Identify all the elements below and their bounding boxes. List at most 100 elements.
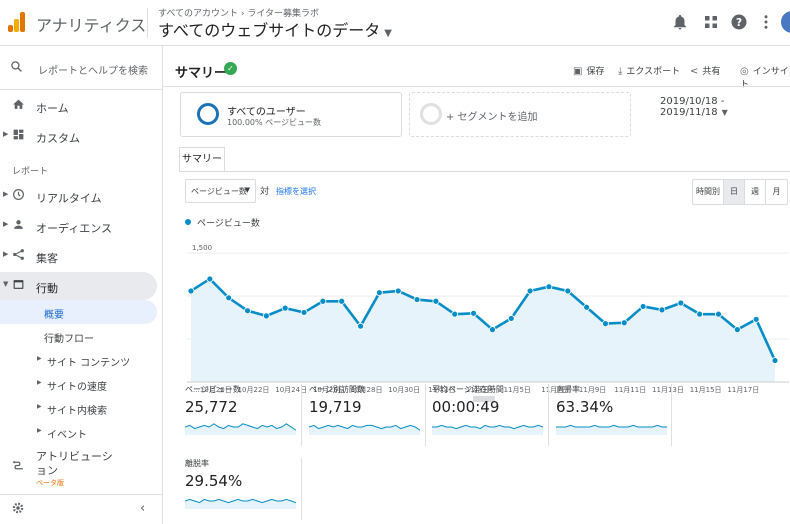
expand-arrow-icon: ▶	[3, 220, 9, 228]
sparkline	[556, 424, 667, 435]
series-area	[191, 278, 775, 382]
date-range-picker[interactable]: 2019/10/18 - 2019/11/18 ▼	[660, 96, 790, 118]
gear-icon[interactable]	[11, 501, 25, 519]
data-point	[696, 310, 704, 318]
data-point	[771, 357, 779, 364]
analytics-logo-icon[interactable]	[8, 12, 26, 32]
sidebar-subitem-label: サイト内検索	[47, 406, 107, 417]
scorecard-title: ページビュー数	[185, 385, 241, 394]
period-hourly-button[interactable]: 時間別	[693, 180, 724, 204]
sidebar-subitem-site-search[interactable]: ▶ サイト内検索	[0, 396, 157, 420]
data-point	[489, 326, 496, 334]
sidebar-item-behavior[interactable]: ▼ 行動	[0, 272, 157, 300]
chart-legend: ページビュー数	[185, 216, 260, 229]
export-button[interactable]: ⤓ エクスポート	[618, 64, 680, 77]
scorecard-divider	[671, 384, 672, 446]
save-label: 保存	[586, 67, 605, 77]
page-title: サマリー	[175, 66, 228, 81]
period-day-button[interactable]: 日	[724, 180, 745, 204]
expand-arrow-icon: ▶	[3, 130, 9, 138]
sidebar-subitem-overview[interactable]: 概要	[0, 300, 157, 324]
sidebar-item-audience[interactable]: ▶ オーディエンス	[0, 212, 157, 240]
sidebar-subitem-site-content[interactable]: ▶ サイト コンテンツ	[0, 348, 157, 372]
sidebar-subitem-site-speed[interactable]: ▶ サイトの速度	[0, 372, 157, 396]
scorecard-value: 00:00:49	[432, 398, 500, 416]
help-icon[interactable]: ?	[730, 13, 748, 31]
avatar[interactable]	[781, 11, 790, 33]
data-point	[225, 294, 233, 302]
scorecard-value: 29.54%	[185, 472, 243, 490]
data-point	[564, 287, 572, 295]
sidebar: レポートとヘルプを検索 ホーム ▶ カスタム レポート ▶ リアルタイム ▶ オ…	[0, 46, 163, 524]
sparkline	[185, 498, 296, 509]
data-point	[244, 307, 251, 315]
segment-name: すべてのユーザー	[227, 107, 306, 118]
scorecard-value: 25,772	[185, 398, 238, 416]
scorecard-bounce-rate[interactable]: 直帰率 63.34%	[556, 384, 671, 444]
more-vert-icon[interactable]	[757, 13, 775, 31]
sidebar-subitem-label: イベント	[47, 430, 87, 441]
sidebar-subitem-behavior-flow[interactable]: 行動フロー	[0, 324, 157, 348]
collapse-sidebar-icon[interactable]: ‹	[140, 501, 145, 516]
scorecard-title: ページ別訪問数	[309, 385, 365, 394]
scorecard-pageviews[interactable]: ページビュー数 25,772	[185, 384, 300, 444]
data-point	[677, 299, 685, 307]
expand-arrow-icon: ▶	[3, 190, 9, 198]
period-week-button[interactable]: 週	[745, 180, 766, 204]
dashboard-icon	[11, 128, 25, 142]
sidebar-item-custom[interactable]: ▶ カスタム	[0, 122, 157, 150]
collapse-arrow-icon: ▼	[3, 280, 9, 288]
data-point	[451, 310, 459, 318]
sidebar-item-home[interactable]: ホーム	[0, 92, 157, 120]
scorecard-value: 63.34%	[556, 398, 614, 416]
add-segment-button[interactable]: + セグメントを追加	[409, 92, 631, 137]
expand-arrow-icon: ▶	[37, 403, 42, 410]
share-button[interactable]: < 共有	[690, 64, 720, 77]
sidebar-subitem-events[interactable]: ▶ イベント	[0, 420, 157, 444]
home-icon	[11, 98, 25, 112]
attribution-icon	[11, 459, 25, 473]
data-point	[262, 312, 270, 320]
sparkline	[309, 424, 420, 435]
data-point	[545, 283, 553, 291]
data-point	[338, 297, 346, 305]
sidebar-item-attribution[interactable]: アトリビューション	[0, 446, 157, 477]
share-label: 共有	[702, 67, 721, 77]
scorecard-title: 離脱率	[185, 459, 209, 468]
add-segment-label: + セグメントを追加	[446, 112, 538, 123]
data-point	[206, 275, 214, 283]
view-selector[interactable]: すべてのウェブサイトのデータ ▼	[158, 17, 392, 41]
scorecard-avg-time[interactable]: 平均ページ滞在時間 00:00:49	[432, 384, 547, 444]
date-range-label: 2019/10/18 - 2019/11/18	[660, 96, 725, 118]
sidebar-subitem-label: サイト コンテンツ	[47, 358, 131, 369]
apps-icon[interactable]	[702, 13, 720, 31]
data-point	[319, 297, 327, 305]
metric-select-value: ページビュー数	[191, 187, 247, 196]
save-icon: ▣	[573, 66, 583, 77]
sidebar-item-realtime[interactable]: ▶ リアルタイム	[0, 182, 157, 210]
acquisition-icon	[11, 248, 25, 262]
data-point	[375, 289, 383, 297]
pageviews-chart[interactable]: 1,5001,000500...10月20日10月22日10月24日10月26日…	[183, 234, 789, 406]
data-point	[507, 315, 515, 322]
report-search[interactable]: レポートとヘルプを検索	[0, 46, 163, 90]
x-tick-label: 11月15日	[690, 386, 722, 394]
metric-select[interactable]: ページビュー数 ▼	[185, 179, 256, 203]
scorecard-divider	[301, 458, 302, 520]
period-month-button[interactable]: 月	[766, 180, 787, 204]
sidebar-item-acquisition[interactable]: ▶ 集客	[0, 242, 157, 270]
tab-summary[interactable]: サマリー	[179, 147, 225, 172]
save-button[interactable]: ▣ 保存	[573, 64, 604, 77]
scorecard-divider	[301, 384, 302, 446]
select-metric-link[interactable]: 指標を選択	[276, 186, 316, 197]
scorecard-exit-rate[interactable]: 離脱率 29.54%	[185, 458, 300, 518]
segment-card[interactable]: すべてのユーザー 100.00% ページビュー数	[180, 92, 402, 137]
sparkline	[185, 423, 296, 435]
sidebar-item-label: 集客	[36, 252, 58, 265]
sparkline-area	[309, 425, 420, 435]
sparkline	[432, 424, 543, 435]
notifications-icon[interactable]	[671, 13, 689, 31]
data-point	[394, 287, 402, 295]
scorecard-unique-pageviews[interactable]: ページ別訪問数 19,719	[309, 384, 424, 444]
download-icon: ⤓	[618, 66, 623, 77]
